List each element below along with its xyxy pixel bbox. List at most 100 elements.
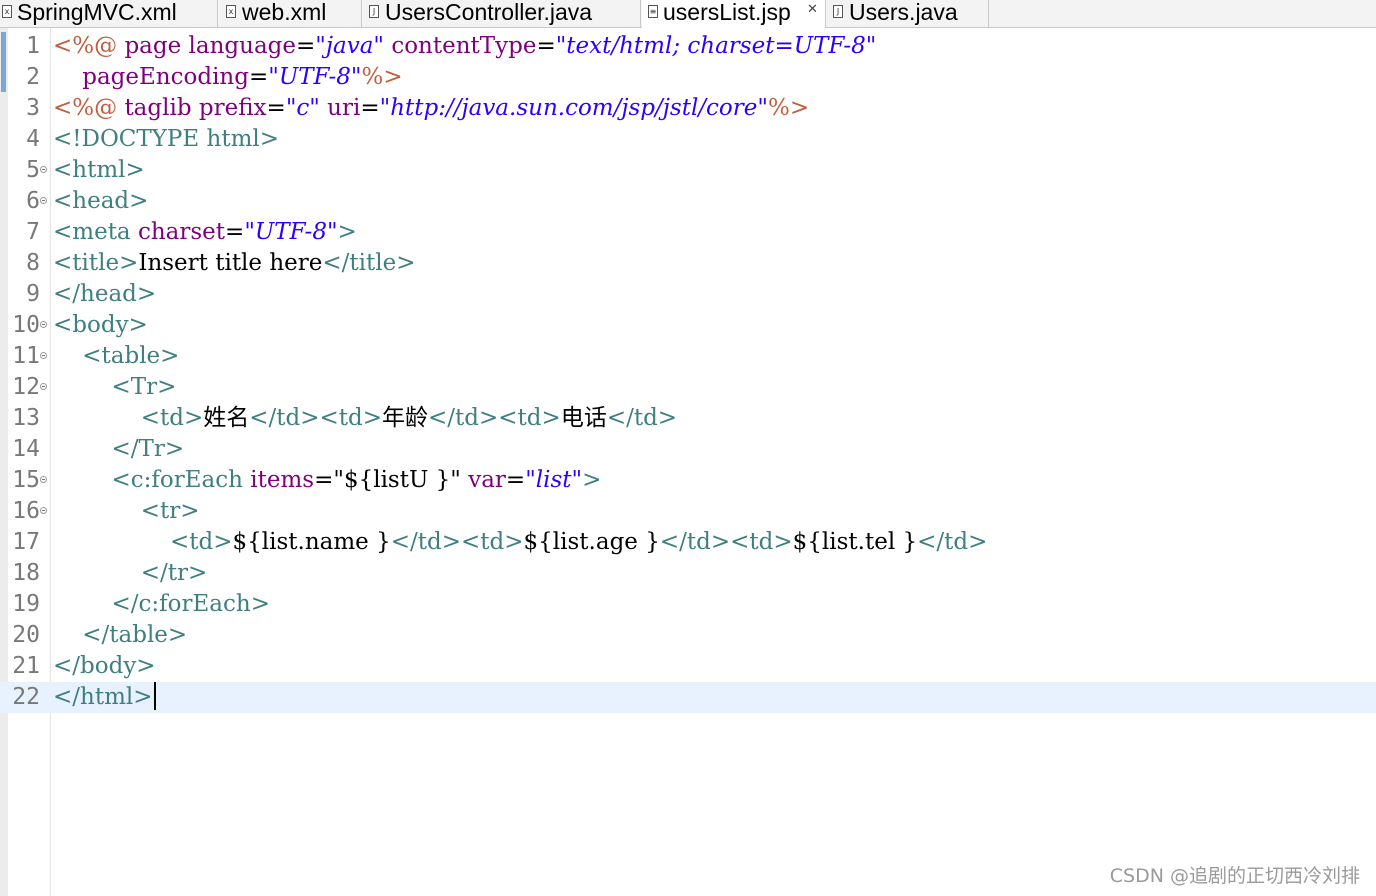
fold-toggle-icon[interactable] — [40, 383, 47, 390]
code-token: <td> — [140, 405, 204, 431]
text-cursor — [153, 682, 156, 710]
code-token: contentType — [391, 33, 537, 59]
code-token: items — [250, 467, 315, 493]
code-token: uri — [327, 95, 361, 121]
code-text: <%@ taglib prefix="c" uri="http://java.s… — [53, 93, 809, 124]
code-line[interactable]: 7 <meta charset="UTF-8"> — [0, 217, 1376, 248]
tab-label: Users.java — [849, 0, 958, 25]
code-line[interactable]: 14 </Tr> — [0, 434, 1376, 465]
code-token: %> — [767, 95, 810, 121]
line-number: 22 — [12, 684, 40, 710]
code-line[interactable]: 3 <%@ taglib prefix="c" uri="http://java.… — [0, 93, 1376, 124]
line-number: 16 — [12, 498, 40, 524]
tab-label: UsersController.java — [385, 0, 593, 25]
line-number: 12 — [12, 374, 40, 400]
tab-springmvc-xml[interactable]: x SpringMVC.xml — [0, 0, 218, 27]
tab-label: usersList.jsp — [663, 0, 791, 25]
code-line[interactable]: 10 <body> — [0, 310, 1376, 341]
fold-toggle-icon[interactable] — [40, 476, 47, 483]
code-token: 电话 — [560, 405, 607, 431]
code-token: = — [536, 33, 556, 59]
tab-users-java[interactable]: J Users.java — [827, 0, 989, 27]
code-text: <head> — [53, 186, 148, 217]
code-token: <c:forEach — [111, 467, 251, 493]
code-token: <%@ — [53, 95, 125, 121]
code-text: <!DOCTYPE html> — [53, 124, 279, 155]
code-line[interactable]: 19 </c:forEach> — [0, 589, 1376, 620]
code-token: </table> — [82, 622, 188, 648]
code-token: <head> — [53, 188, 149, 214]
code-line[interactable]: 15 <c:forEach items="${listU }" var="lis… — [0, 465, 1376, 496]
code-text: <title>Insert title here</title> — [53, 248, 415, 279]
code-token: = — [360, 95, 380, 121]
code-line[interactable]: 21 </body> — [0, 651, 1376, 682]
code-line[interactable]: 16 <tr> — [0, 496, 1376, 527]
line-number: 10 — [12, 312, 40, 338]
code-line[interactable]: 18 </tr> — [0, 558, 1376, 589]
code-line[interactable]: 9 </head> — [0, 279, 1376, 310]
code-line[interactable]: 13 <td>姓名</td><td>年龄</td><td>电话</td> — [0, 403, 1376, 434]
code-token: </td> — [917, 529, 988, 555]
line-number: 1 — [26, 33, 40, 59]
tab-userslist-jsp[interactable]: ≡ usersList.jsp ✕ — [642, 0, 826, 28]
code-line[interactable]: 4 <!DOCTYPE html> — [0, 124, 1376, 155]
code-token: </td> — [606, 405, 678, 431]
code-line[interactable]: 6 <head> — [0, 186, 1376, 217]
code-token: ${list.tel } — [792, 529, 918, 555]
tab-userscontroller-java[interactable]: J UsersController.java — [363, 0, 641, 27]
code-line[interactable]: 1 <%@ page language="java" contentType="t… — [0, 31, 1376, 62]
fold-toggle-icon[interactable] — [40, 197, 47, 204]
code-token: "java" — [315, 33, 384, 59]
code-token: 年龄 — [382, 405, 429, 431]
fold-toggle-icon[interactable] — [40, 166, 47, 173]
code-line[interactable]: 17 <td>${list.name }</td><td>${list.age … — [0, 527, 1376, 558]
code-line[interactable]: 12 <Tr> — [0, 372, 1376, 403]
code-text: pageEncoding="UTF-8"%> — [53, 62, 402, 93]
code-token: </Tr> — [111, 436, 185, 462]
code-token: </head> — [53, 281, 157, 307]
fold-toggle-icon[interactable] — [40, 352, 47, 359]
code-line[interactable]: 20 </table> — [0, 620, 1376, 651]
line-number: 13 — [12, 405, 40, 431]
code-token: <td> — [169, 529, 233, 555]
line-number: 8 — [26, 250, 40, 276]
code-text: <td>姓名</td><td>年龄</td><td>电话</td> — [53, 403, 677, 434]
code-text: <tr> — [53, 496, 200, 527]
code-token: <Tr> — [111, 374, 177, 400]
code-token: > — [582, 467, 602, 493]
code-token: pageEncoding — [82, 64, 249, 90]
fold-toggle-icon[interactable] — [40, 321, 47, 328]
line-number: 17 — [12, 529, 40, 555]
line-number: 19 — [12, 591, 40, 617]
line-number: 9 — [26, 281, 40, 307]
tab-label: web.xml — [242, 0, 327, 25]
code-token: </html> — [53, 684, 153, 710]
code-token: <body> — [53, 312, 148, 338]
fold-toggle-icon[interactable] — [40, 507, 47, 514]
code-token: <table> — [82, 343, 180, 369]
code-line[interactable]: 22 </html> — [0, 682, 1376, 713]
code-token: <%@ — [53, 33, 125, 59]
java-file-icon: J — [833, 5, 843, 18]
code-line[interactable]: 2 pageEncoding="UTF-8"%> — [0, 62, 1376, 93]
code-token: ${list.age } — [523, 529, 660, 555]
line-number: 5 — [26, 157, 40, 183]
code-line[interactable]: 8 <title>Insert title here</title> — [0, 248, 1376, 279]
code-token: 姓名 — [203, 405, 250, 431]
tab-web-xml[interactable]: x web.xml — [219, 0, 362, 27]
close-icon[interactable]: ✕ — [807, 1, 818, 17]
code-token: </body> — [53, 653, 156, 679]
code-token: </title> — [322, 250, 416, 276]
code-text: </Tr> — [53, 434, 185, 465]
code-token: = — [505, 467, 526, 493]
xml-file-icon: x — [226, 5, 236, 18]
code-token: <meta — [53, 219, 138, 245]
code-token: = — [225, 219, 245, 245]
code-text: <Tr> — [53, 372, 177, 403]
code-line[interactable]: 11 <table> — [0, 341, 1376, 372]
code-token: </td><td> — [659, 529, 793, 555]
line-number: 3 — [26, 95, 40, 121]
code-token: </td><td> — [428, 405, 561, 431]
code-line[interactable]: 5 <html> — [0, 155, 1376, 186]
